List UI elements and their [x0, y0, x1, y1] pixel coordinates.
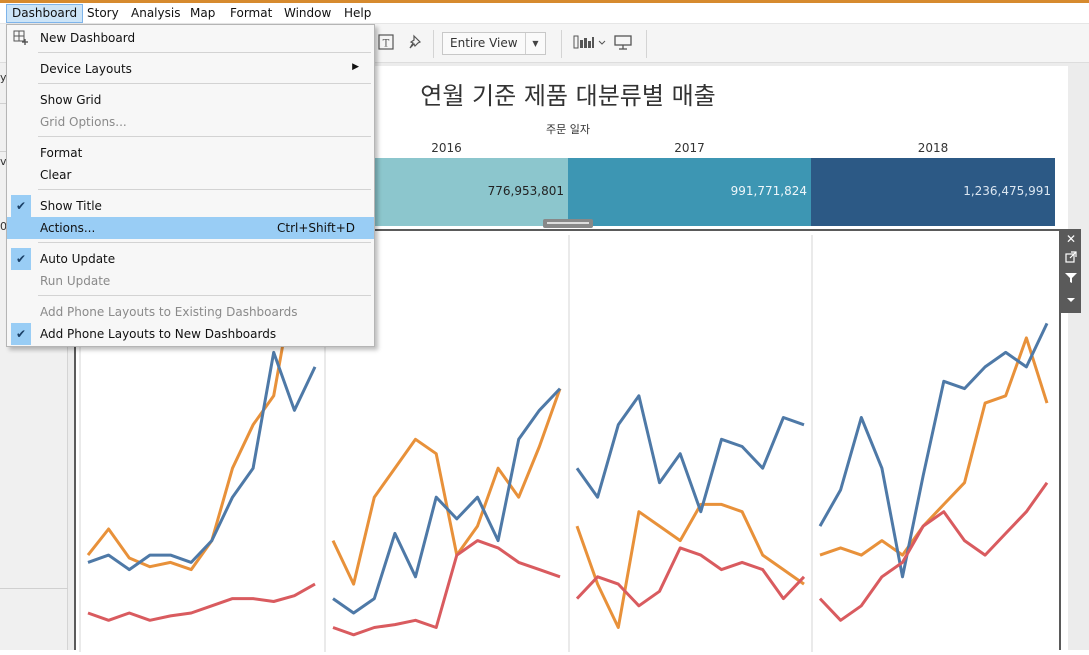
menu-item-auto-update[interactable]: ✔ Auto Update	[7, 248, 374, 270]
menu-story[interactable]: Story	[82, 4, 124, 23]
series-line-2-panel-0[interactable]	[87, 582, 316, 622]
series-line-2-panel-2[interactable]	[575, 546, 806, 608]
menu-item-add-phone-layouts-new[interactable]: ✔ Add Phone Layouts to New Dashboards	[7, 323, 374, 345]
series-line-1-panel-2[interactable]	[575, 394, 805, 514]
menu-separator	[38, 136, 371, 137]
menu-window[interactable]: Window	[279, 4, 336, 23]
close-icon[interactable]: ✕	[1061, 229, 1081, 249]
menu-item-label: Show Grid	[40, 93, 102, 107]
dashboard-menu: New Dashboard Device Layouts ▶ Show Grid…	[6, 24, 375, 347]
menu-item-label: Clear	[40, 168, 72, 182]
pin-icon[interactable]	[406, 33, 426, 53]
series-line-1-panel-0[interactable]	[87, 350, 317, 572]
sheet-toolbar: ✕	[1061, 229, 1081, 313]
menu-item-clear[interactable]: Clear	[7, 164, 374, 186]
svg-text:T: T	[383, 39, 390, 50]
text-object-icon[interactable]: T	[376, 33, 396, 53]
series-line-0-panel-1[interactable]	[331, 388, 562, 586]
menu-item-label: Grid Options...	[40, 115, 127, 129]
field-label-order-date: 주문 일자	[546, 123, 590, 136]
toolbar-separator	[646, 30, 647, 58]
toolbar-separator	[561, 30, 562, 58]
checkmark-icon: ✔	[11, 323, 31, 345]
menu-item-label: Add Phone Layouts to New Dashboards	[40, 327, 277, 341]
menu-separator	[38, 242, 371, 243]
menu-help[interactable]: Help	[339, 4, 376, 23]
series-line-2-panel-1[interactable]	[332, 539, 561, 637]
menu-item-label: Actions...	[40, 221, 96, 235]
menu-separator	[38, 295, 371, 296]
menu-analysis[interactable]: Analysis	[126, 4, 185, 23]
go-to-sheet-icon[interactable]	[1061, 249, 1081, 269]
new-dashboard-icon	[13, 30, 29, 46]
more-options-icon[interactable]	[1061, 291, 1081, 311]
chevron-down-icon: ▼	[525, 33, 545, 54]
menu-item-label: Auto Update	[40, 252, 116, 266]
menu-separator	[38, 83, 371, 84]
menu-map[interactable]: Map	[185, 4, 220, 23]
checkmark-icon: ✔	[11, 248, 31, 270]
left-pane-divider	[0, 588, 68, 589]
fit-value: Entire View	[450, 36, 518, 50]
menu-item-run-update: Run Update	[7, 270, 374, 292]
sales-value-2017: 991,771,824	[730, 184, 807, 198]
sales-value-2018: 1,236,475,991	[963, 184, 1051, 198]
menu-item-label: Add Phone Layouts to Existing Dashboards	[40, 305, 298, 319]
menu-item-shortcut: Ctrl+Shift+D	[277, 221, 355, 235]
presentation-mode-icon[interactable]	[613, 33, 633, 53]
submenu-arrow-icon: ▶	[352, 62, 359, 72]
menu-separator	[38, 189, 371, 190]
menu-format[interactable]: Format	[225, 4, 277, 23]
menu-item-label: Show Title	[40, 199, 102, 213]
menu-item-show-grid[interactable]: Show Grid	[7, 89, 374, 111]
menu-dashboard[interactable]: Dashboard	[6, 4, 84, 23]
menu-item-show-title[interactable]: ✔ Show Title	[7, 195, 374, 217]
menu-item-add-phone-layouts-existing: Add Phone Layouts to Existing Dashboards	[7, 301, 374, 323]
menu-item-format[interactable]: Format	[7, 142, 374, 164]
menu-item-device-layouts[interactable]: Device Layouts ▶	[7, 58, 374, 80]
toolbar-separator	[433, 30, 434, 58]
menu-item-label: Run Update	[40, 274, 111, 288]
filter-icon[interactable]	[1061, 270, 1081, 290]
resize-handle[interactable]	[543, 219, 593, 228]
menu-item-actions[interactable]: Actions... Ctrl+Shift+D	[7, 217, 374, 239]
menu-item-grid-options: Grid Options...	[7, 111, 374, 133]
year-header-2017: 2017	[674, 141, 705, 155]
menu-item-new-dashboard[interactable]: New Dashboard	[7, 27, 374, 49]
menu-item-label: Format	[40, 146, 83, 160]
show-me-icon[interactable]	[572, 33, 606, 53]
menu-item-label: New Dashboard	[40, 31, 136, 45]
checkmark-icon: ✔	[11, 195, 31, 217]
menu-item-label: Device Layouts	[40, 62, 132, 76]
series-line-1-panel-3[interactable]	[818, 322, 1049, 579]
menu-separator	[38, 52, 371, 53]
year-header-2018: 2018	[917, 141, 949, 155]
fit-dropdown[interactable]: Entire View ▼	[442, 32, 546, 55]
menu-bar: Dashboard Story Analysis Map Format Wind…	[0, 3, 1089, 24]
series-line-0-panel-2[interactable]	[575, 502, 805, 629]
